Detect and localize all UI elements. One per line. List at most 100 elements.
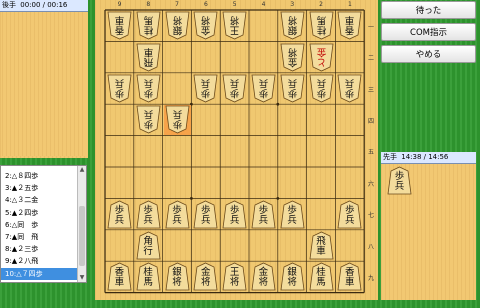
sente-piece-歩[interactable]: 歩兵 — [337, 200, 362, 229]
sente-hand-area[interactable]: 歩兵 — [381, 164, 476, 300]
rank-label: 二 — [367, 55, 374, 63]
piece-char: 飛 — [143, 55, 153, 67]
gote-piece-金[interactable]: 金将 — [280, 43, 305, 72]
move-list-item[interactable]: 4:△３二金 — [1, 194, 86, 206]
piece-char: 将 — [229, 14, 240, 26]
piece-char: 兵 — [258, 214, 269, 226]
gote-piece-と[interactable]: と金 — [309, 43, 334, 72]
sente-piece-飛[interactable]: 飛車 — [309, 231, 334, 260]
sente-piece-歩[interactable]: 歩兵 — [222, 200, 247, 229]
piece-char: 車 — [143, 45, 153, 57]
sente-piece-桂[interactable]: 桂馬 — [136, 262, 161, 291]
piece-char: 歩 — [287, 87, 297, 98]
shogi-board[interactable]: 987654321一二三四五六七八九 香車桂馬銀将金将王将銀将桂馬香車飛車金将と… — [95, 0, 378, 300]
gote-piece-銀[interactable]: 銀将 — [280, 11, 305, 40]
gote-piece-歩[interactable]: 歩兵 — [309, 74, 334, 103]
piece-char: 車 — [114, 277, 125, 289]
sente-piece-角[interactable]: 角行 — [136, 231, 161, 260]
gote-piece-香[interactable]: 香車 — [107, 11, 132, 40]
sente-time: 14:38 / 14:56 — [401, 153, 449, 161]
sente-piece-歩[interactable]: 歩兵 — [136, 200, 161, 229]
move-list-item[interactable]: 5:▲２四歩 — [1, 207, 86, 219]
sente-piece-桂[interactable]: 桂馬 — [309, 262, 334, 291]
rank-label: 九 — [367, 274, 374, 282]
piece-char: 馬 — [316, 277, 326, 289]
gote-piece-歩[interactable]: 歩兵 — [337, 74, 362, 103]
gote-piece-歩[interactable]: 歩兵 — [165, 105, 190, 134]
sente-piece-歩[interactable]: 歩兵 — [165, 200, 190, 229]
piece-char: 将 — [172, 277, 182, 289]
hand-piece-歩[interactable]: 歩兵 — [387, 166, 412, 195]
move-list-item[interactable]: 10:△７四歩 — [1, 267, 86, 280]
piece-char: 歩 — [316, 87, 326, 98]
piece-char: 将 — [229, 277, 240, 289]
hint-button[interactable]: COM指示 — [381, 23, 476, 41]
move-list-scrollbar[interactable]: ▲ ▼ — [77, 166, 86, 282]
move-list-item[interactable]: 7:▲同 飛 — [1, 231, 86, 243]
move-list-item[interactable]: 3:▲２五歩 — [1, 182, 86, 194]
sente-piece-銀[interactable]: 銀将 — [280, 262, 305, 291]
gote-piece-銀[interactable]: 銀将 — [165, 11, 190, 40]
piece-char: 馬 — [143, 14, 153, 26]
file-label: 4 — [261, 1, 266, 8]
move-list-item[interactable]: 2:△８四歩 — [1, 170, 86, 182]
move-list-item[interactable]: 9:▲２八飛 — [1, 255, 86, 267]
sente-piece-歩[interactable]: 歩兵 — [280, 200, 305, 229]
gote-piece-香[interactable]: 香車 — [337, 11, 362, 40]
piece-char: 王 — [229, 24, 240, 36]
sente-piece-銀[interactable]: 銀将 — [165, 262, 190, 291]
sente-piece-歩[interactable]: 歩兵 — [193, 200, 218, 229]
sente-piece-歩[interactable]: 歩兵 — [251, 200, 276, 229]
scroll-down-icon[interactable]: ▼ — [79, 275, 85, 281]
file-label: 3 — [290, 1, 295, 8]
piece-char: 兵 — [394, 181, 405, 192]
piece-char: 馬 — [143, 277, 153, 289]
piece-char: 将 — [201, 14, 211, 26]
file-label: 6 — [203, 1, 208, 8]
piece-char: 将 — [201, 277, 211, 289]
scroll-up-icon[interactable]: ▲ — [79, 167, 85, 173]
gote-piece-桂[interactable]: 桂馬 — [309, 11, 334, 40]
gote-piece-飛[interactable]: 飛車 — [136, 43, 161, 72]
file-label: 7 — [175, 1, 179, 8]
piece-char: 桂 — [316, 24, 326, 36]
scroll-thumb[interactable] — [79, 206, 85, 266]
gote-piece-歩[interactable]: 歩兵 — [251, 74, 276, 103]
piece-char: 歩 — [143, 118, 153, 130]
gote-piece-王[interactable]: 王将 — [222, 11, 247, 40]
sente-piece-香[interactable]: 香車 — [107, 262, 132, 291]
sente-piece-金[interactable]: 金将 — [251, 262, 276, 291]
sente-label: 先手 — [383, 153, 397, 161]
move-list[interactable]: 2:△８四歩 3:▲２五歩 4:△３二金 5:▲２四歩 6:△同 歩 7:▲同 飛 8:▲２… — [0, 165, 87, 283]
sente-piece-歩[interactable]: 歩兵 — [107, 200, 132, 229]
gote-piece-桂[interactable]: 桂馬 — [136, 11, 161, 40]
piece-char: 将 — [172, 14, 182, 26]
gote-piece-歩[interactable]: 歩兵 — [136, 74, 161, 103]
piece-char: 兵 — [201, 214, 211, 226]
piece-char: 歩 — [345, 87, 355, 98]
piece-char: 兵 — [287, 77, 297, 88]
move-list-item[interactable]: 8:▲２三歩 — [1, 243, 86, 255]
gote-piece-歩[interactable]: 歩兵 — [136, 105, 161, 134]
piece-char: 銀 — [172, 24, 182, 36]
piece-char: 兵 — [345, 214, 355, 226]
sente-piece-金[interactable]: 金将 — [193, 262, 218, 291]
piece-char: 銀 — [287, 24, 297, 36]
move-list-item[interactable]: 6:△同 歩 — [1, 219, 86, 231]
quit-button[interactable]: やめる — [381, 45, 476, 63]
sente-piece-王[interactable]: 王将 — [222, 262, 247, 291]
sente-piece-香[interactable]: 香車 — [337, 262, 362, 291]
rank-label: 七 — [367, 212, 374, 220]
piece-char: 兵 — [114, 214, 125, 226]
piece-char: 歩 — [172, 118, 182, 130]
sente-header: 先手 14:38 / 14:56 — [381, 152, 476, 164]
gote-piece-金[interactable]: 金将 — [193, 11, 218, 40]
gote-piece-歩[interactable]: 歩兵 — [222, 74, 247, 103]
gote-panel: 後手 00:00 / 00:16 — [0, 0, 88, 158]
gote-piece-歩[interactable]: 歩兵 — [193, 74, 218, 103]
gote-piece-歩[interactable]: 歩兵 — [280, 74, 305, 103]
piece-char: 兵 — [143, 108, 153, 120]
gote-piece-歩[interactable]: 歩兵 — [107, 74, 132, 103]
undo-button[interactable]: 待った — [381, 1, 476, 19]
file-label: 9 — [117, 1, 122, 8]
